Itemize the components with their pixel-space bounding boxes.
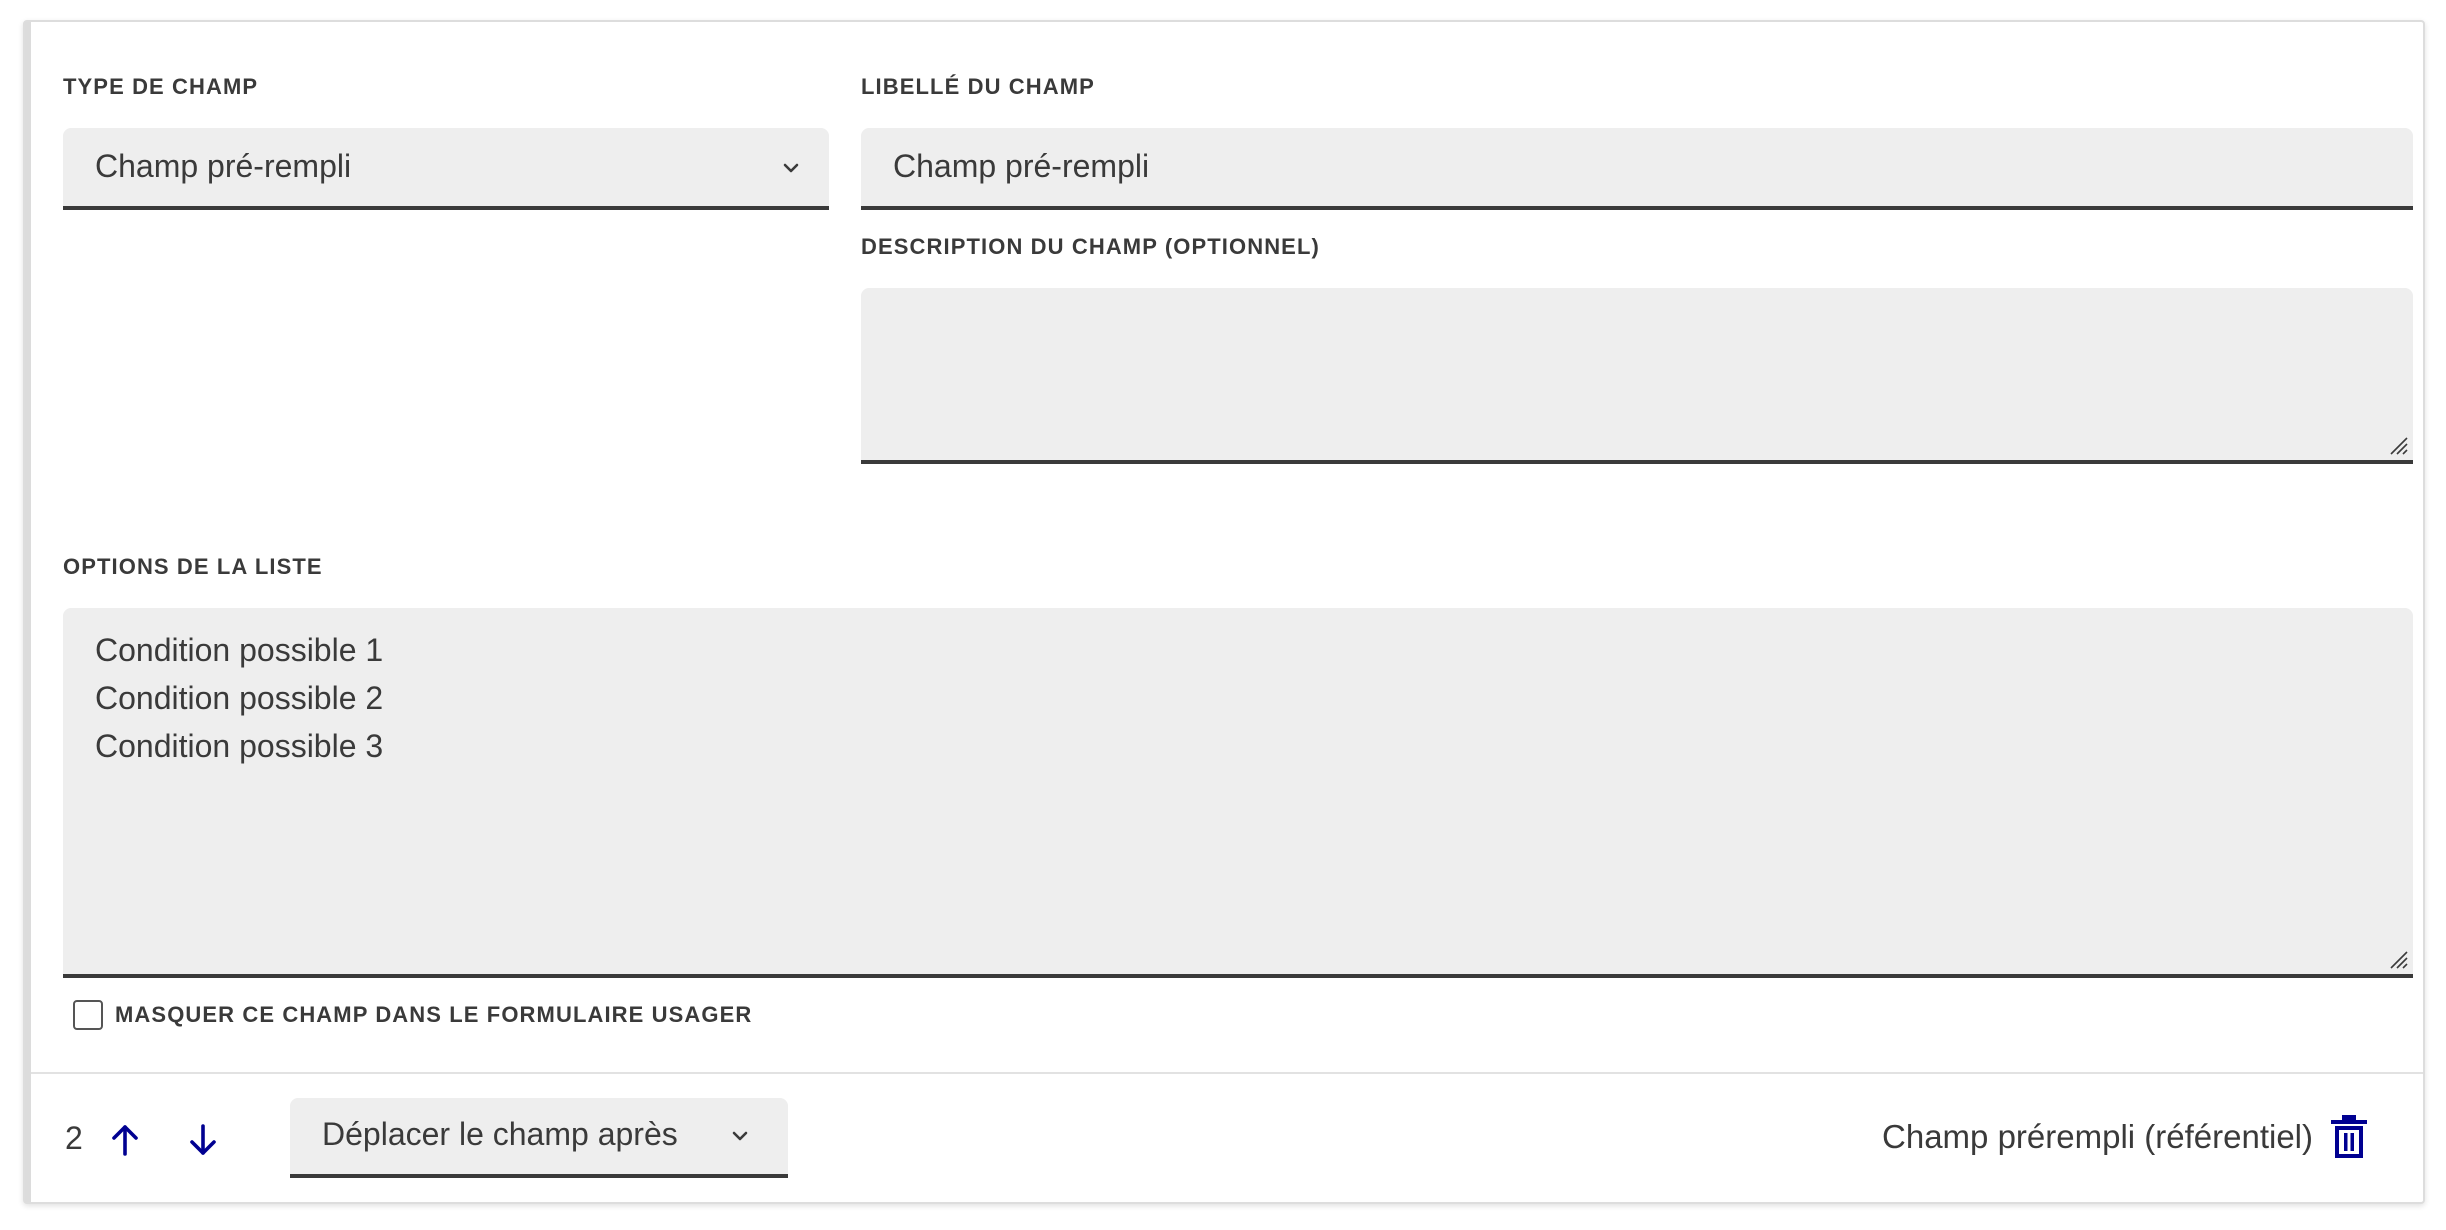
list-options-label: OPTIONS DE LA LISTE (63, 554, 323, 579)
footer-divider (31, 1072, 2423, 1074)
field-type-name: Champ prérempli (référentiel) (1882, 1118, 2313, 1155)
field-description-textarea[interactable] (861, 288, 2413, 464)
field-label-value: Champ pré-rempli (893, 148, 1150, 184)
field-type-select[interactable]: Champ pré-rempli (63, 128, 829, 210)
field-position-number: 2 (65, 1120, 83, 1156)
trash-icon[interactable] (2327, 1114, 2371, 1162)
list-options-content: Condition possible 1 Condition possible … (95, 626, 383, 770)
resize-handle-icon[interactable] (2385, 432, 2409, 456)
list-option-line: Condition possible 2 (95, 680, 384, 716)
resize-handle-icon[interactable] (2385, 946, 2409, 970)
field-label-label: LIBELLÉ DU CHAMP (861, 74, 1095, 99)
field-label-input[interactable]: Champ pré-rempli (861, 128, 2413, 210)
arrow-down-icon[interactable] (183, 1120, 223, 1160)
move-after-select[interactable]: Déplacer le champ après (290, 1098, 788, 1178)
field-type-label: TYPE DE CHAMP (63, 74, 259, 99)
chevron-down-icon (783, 163, 799, 173)
arrow-up-icon[interactable] (105, 1120, 145, 1160)
chevron-down-icon (732, 1131, 748, 1141)
field-type-value: Champ pré-rempli (95, 148, 352, 184)
field-editor-card: TYPE DE CHAMP Champ pré-rempli LIBELLÉ D… (23, 20, 2425, 1204)
list-options-textarea[interactable]: Condition possible 1 Condition possible … (63, 608, 2413, 978)
list-option-line: Condition possible 3 (95, 728, 384, 764)
field-description-label: DESCRIPTION DU CHAMP (OPTIONNEL) (861, 234, 1320, 259)
hide-field-label[interactable]: MASQUER CE CHAMP DANS LE FORMULAIRE USAG… (115, 1002, 752, 1028)
hide-field-checkbox[interactable] (73, 1000, 103, 1030)
card-left-accent (25, 22, 31, 1202)
move-after-label: Déplacer le champ après (322, 1116, 678, 1152)
list-option-line: Condition possible 1 (95, 632, 384, 668)
